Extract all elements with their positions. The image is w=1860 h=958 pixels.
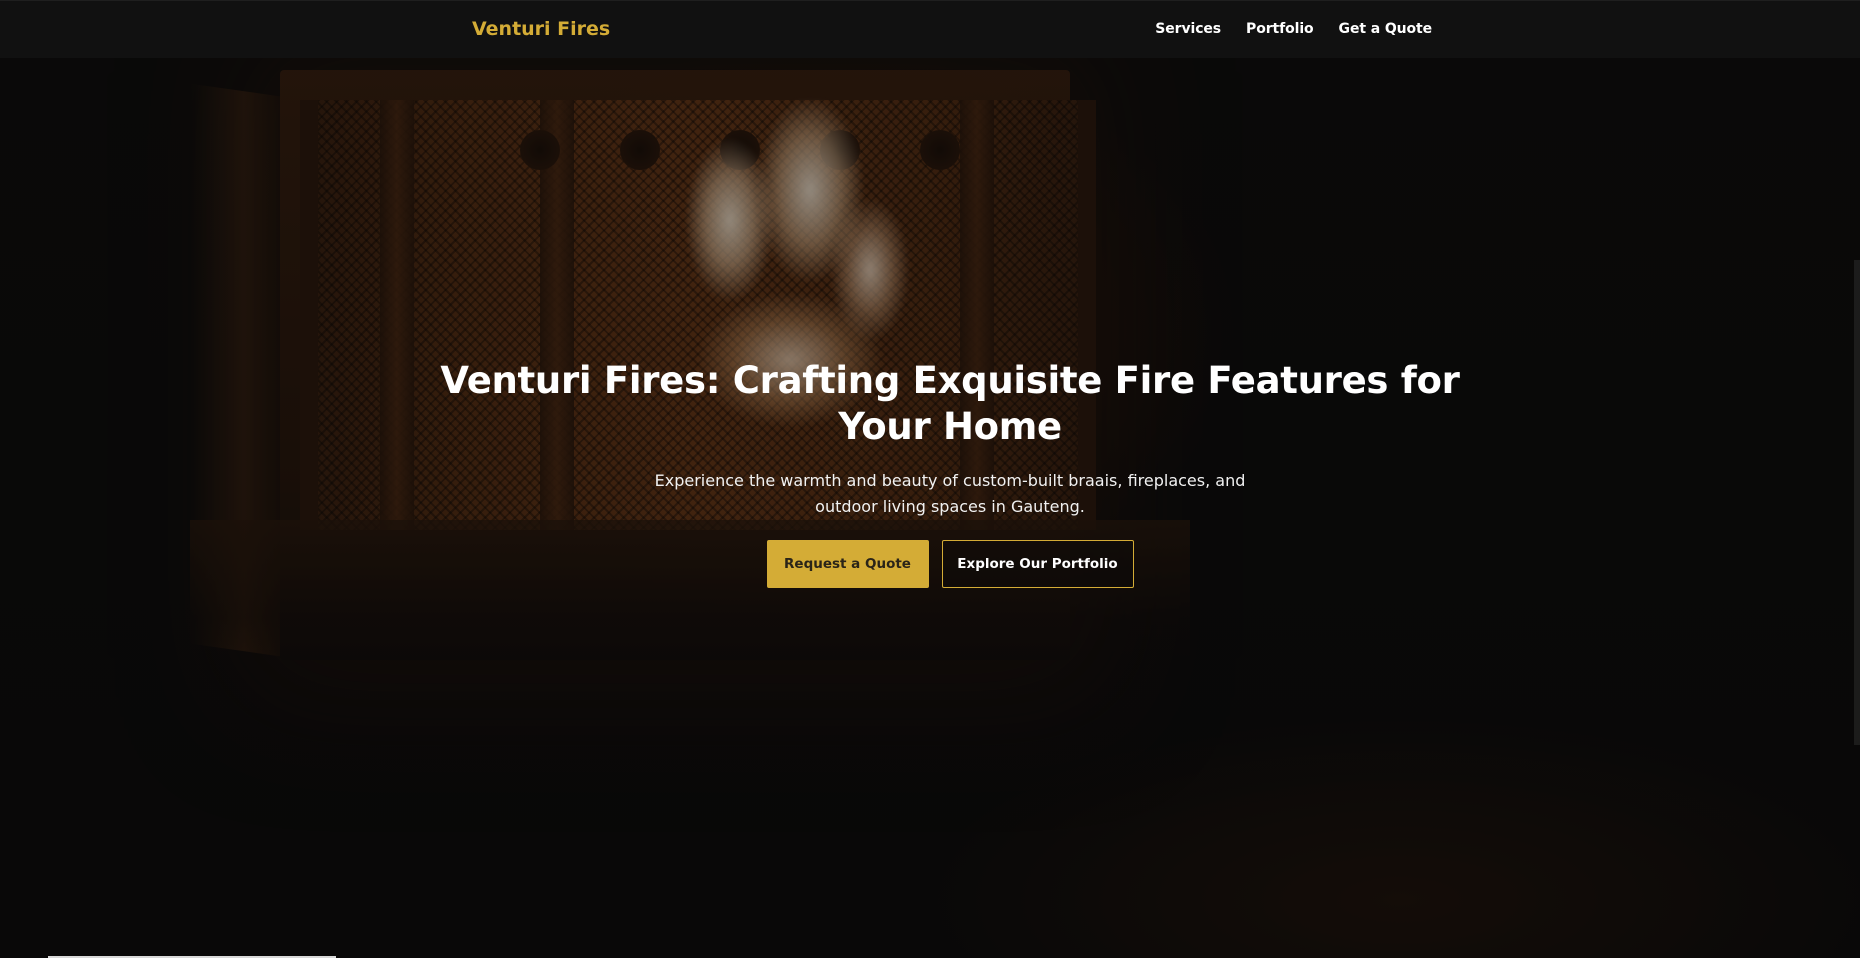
request-quote-button[interactable]: Request a Quote [766, 540, 929, 588]
scrollbar[interactable] [1854, 260, 1860, 745]
page: Venturi Fires Services Portfolio Get a Q… [0, 0, 1860, 958]
nav-link-services[interactable]: Services [1155, 21, 1221, 37]
nav-links: Services Portfolio Get a Quote [1155, 21, 1432, 37]
hero-title: Venturi Fires: Crafting Exquisite Fire F… [440, 359, 1460, 448]
navbar: Venturi Fires Services Portfolio Get a Q… [0, 0, 1860, 58]
nav-link-portfolio[interactable]: Portfolio [1246, 21, 1314, 37]
nav-link-get-a-quote[interactable]: Get a Quote [1339, 21, 1433, 37]
brand-logo-link[interactable]: Venturi Fires [472, 18, 610, 40]
hero-subtitle: Experience the warmth and beauty of cust… [654, 471, 1246, 516]
hero-section: Venturi Fires: Crafting Exquisite Fire F… [430, 358, 1470, 588]
explore-portfolio-button[interactable]: Explore Our Portfolio [941, 540, 1134, 588]
hero-buttons: Request a Quote Explore Our Portfolio [430, 540, 1470, 588]
